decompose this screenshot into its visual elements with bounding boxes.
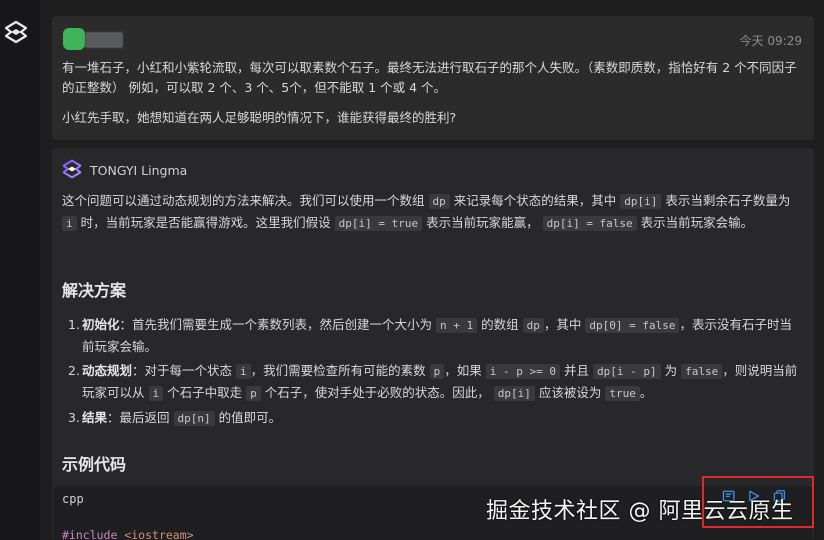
ai-message-card: TONGYI Lingma 这个问题可以通过动态规划的方法来解决。我们可以使用一…	[52, 148, 814, 540]
code-line: #include <iostream>	[62, 528, 194, 540]
text-span: 。	[639, 385, 653, 400]
inline-code: dp	[428, 194, 450, 209]
code-language: cpp	[62, 492, 84, 506]
text-span: 表示当前玩家能赢，	[426, 215, 539, 230]
text-span: ：首先我们需要生成一个素数列表，然后创建一个大小为	[119, 317, 433, 332]
text-span: 为	[664, 363, 678, 378]
inline-code: p	[246, 386, 261, 401]
username-redacted	[85, 32, 123, 48]
text-span: 时，当前玩家是否能赢得游戏。这里我们假设	[80, 215, 331, 230]
inline-code: dp[i]	[493, 386, 535, 401]
text-span: 表示当剩余石子数量为	[665, 193, 791, 208]
text-span: 并且	[563, 363, 589, 378]
inline-code: i - p >= 0	[485, 364, 560, 379]
user-message-card: 今天 09:29 有一堆石子，小红和小紫轮流取，每次可以取素数个石子。最终无法进…	[52, 16, 814, 140]
text-span: 的值即可。	[218, 410, 282, 425]
text-span: 来记录每个状态的结果，其中	[453, 193, 617, 208]
text-span: 表示当前玩家会输。	[640, 215, 754, 230]
inline-code: n + 1	[436, 318, 478, 333]
inline-code: i	[148, 386, 164, 401]
inline-code: true	[605, 386, 640, 401]
solution-steps: 1. 初始化：首先我们需要生成一个素数列表，然后创建一个大小为 n + 1 的数…	[68, 314, 798, 432]
text-span: ：对于每一个状态	[132, 363, 233, 378]
inline-code: p	[429, 364, 445, 379]
inline-code: false	[681, 364, 723, 379]
user-message-text: 有一堆石子，小红和小紫轮流取，每次可以取素数个石子。最终无法进行取石子的那个人失…	[62, 58, 807, 128]
user-paragraph: 有一堆石子，小红和小紫轮流取，每次可以取素数个石子。最终无法进行取石子的那个人失…	[62, 60, 797, 95]
text-span: ，其中	[543, 317, 582, 332]
text-span: 个石子，使对手处于必败的状态。因此，	[264, 385, 490, 400]
text-span: 个石子中取走	[167, 385, 243, 400]
text-span: 应该被设为	[538, 385, 602, 400]
text-span: 这个问题可以通过动态规划的方法来解决。我们可以使用一个数组	[62, 193, 425, 208]
inline-code: dp[0] = false	[585, 318, 680, 333]
app-logo-icon[interactable]	[4, 20, 28, 44]
step-number: 1.	[68, 317, 80, 332]
step-label: 结果	[82, 410, 108, 425]
inline-code: i	[62, 216, 77, 231]
inline-code: dp	[522, 318, 544, 333]
text-span: 的数组	[481, 317, 519, 332]
inline-code: i	[236, 364, 251, 379]
left-rail	[0, 0, 40, 540]
solution-heading: 解决方案	[62, 281, 127, 300]
step-item: 1. 初始化：首先我们需要生成一个素数列表，然后创建一个大小为 n + 1 的数…	[68, 314, 798, 357]
user-paragraph: 小红先手取，她想知道在两人足够聪明的情况下，谁能获得最终的胜利?	[62, 110, 457, 125]
inline-code: dp[n]	[173, 411, 215, 426]
step-label: 动态规划	[82, 363, 133, 378]
inline-code: dp[i] = true	[334, 216, 423, 231]
text-span: ，如果	[444, 363, 482, 378]
tongyi-logo-icon	[62, 159, 82, 179]
text-span: ：最后返回	[107, 410, 170, 425]
inline-code: dp[i]	[620, 194, 662, 209]
step-number: 3.	[68, 410, 80, 425]
step-number: 2.	[68, 363, 80, 378]
step-item: 2. 动态规划：对于每一个状态 i ，我们需要检查所有可能的素数 p ，如果 i -…	[68, 360, 798, 404]
watermark-text: 掘金技术社区 @ 阿里云云原生	[486, 499, 794, 524]
ai-intro-text: 这个问题可以通过动态规划的方法来解决。我们可以使用一个数组 dp 来记录每个状态…	[62, 190, 804, 234]
code-keyword: #include	[62, 528, 118, 540]
user-avatar	[63, 28, 85, 50]
step-item: 3. 结果：最后返回 dp[n] 的值即可。	[68, 407, 798, 429]
text-span: ，我们需要检查所有可能的素数	[250, 363, 426, 378]
ai-assistant-name: TONGYI Lingma	[90, 163, 188, 178]
inline-code: dp[i - p]	[592, 364, 661, 379]
message-timestamp: 今天 09:29	[739, 34, 802, 48]
code-string: <iostream>	[124, 528, 194, 540]
step-label: 初始化	[82, 317, 120, 332]
code-heading: 示例代码	[62, 455, 127, 474]
inline-code: dp[i] = false	[542, 216, 637, 231]
